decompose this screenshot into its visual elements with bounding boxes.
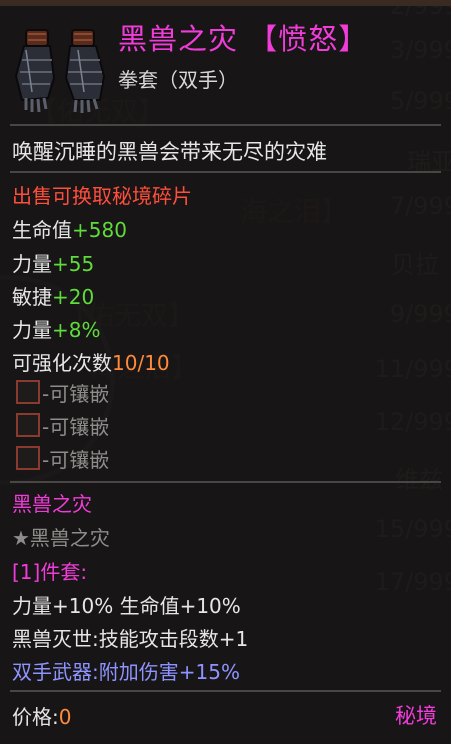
stat-label: 力量 xyxy=(12,318,52,342)
stat-label: 生命值 xyxy=(12,218,72,242)
sell-note: 出售可换取秘境碎片 xyxy=(12,184,192,208)
empty-socket-icon xyxy=(16,380,40,404)
stat-label: 敏捷 xyxy=(12,285,52,309)
socket-label: -可镶嵌 xyxy=(42,414,110,439)
set-bonus: 力量+10% 生命值+10% xyxy=(12,594,241,618)
price-label: 价格: xyxy=(12,705,59,729)
set-member: ★黑兽之灾 xyxy=(12,526,110,550)
stat-line: 力量+55 xyxy=(12,248,94,277)
stat-value: +580 xyxy=(72,218,127,242)
set-pieces: [1]件套: xyxy=(12,560,88,584)
set-name: 黑兽之灾 xyxy=(12,492,92,516)
stat-value: +8% xyxy=(52,318,101,342)
top-strip xyxy=(0,0,451,6)
gem-socket[interactable]: -可镶嵌 xyxy=(16,445,110,472)
black-gauntlets-icon xyxy=(12,20,110,115)
tooltip-panel: 黑兽之灾 【愤怒】 拳套（双手） 唤醒沉睡的黑兽会带来无尽的灾难 出售可换取秘境… xyxy=(0,0,451,744)
empty-socket-icon xyxy=(16,413,40,437)
stat-value: +20 xyxy=(52,285,95,309)
item-name: 黑兽之灾 【愤怒】 xyxy=(118,16,368,58)
enhance-line: 可强化次数10/10 xyxy=(12,347,170,376)
socket-label: -可镶嵌 xyxy=(42,447,110,472)
divider xyxy=(10,171,441,173)
stat-label: 力量 xyxy=(12,252,52,276)
divider xyxy=(10,690,441,692)
socket-label: -可镶嵌 xyxy=(42,381,110,406)
gem-socket[interactable]: -可镶嵌 xyxy=(16,412,110,439)
set-skill-bonus: 黑兽灭世:技能攻击段数+1 xyxy=(12,627,249,651)
stat-line: 力量+8% xyxy=(12,314,101,343)
divider xyxy=(10,124,441,126)
stat-line: 敏捷+20 xyxy=(12,281,94,310)
item-title: 黑兽之灾 xyxy=(118,22,239,56)
price-row: 价格:0 xyxy=(12,701,71,730)
enhance-value: 10/10 xyxy=(112,351,170,375)
stat-value: +55 xyxy=(52,252,95,276)
enhance-label: 可强化次数 xyxy=(12,351,112,375)
gem-socket[interactable]: -可镶嵌 xyxy=(16,379,110,406)
item-type: 拳套（双手） xyxy=(118,68,238,92)
stat-line: 生命值+580 xyxy=(12,214,127,243)
divider xyxy=(10,481,441,483)
set-two-hand-bonus: 双手武器:附加伤害+15% xyxy=(12,660,240,684)
quality-tag: 【愤怒】 xyxy=(248,22,369,56)
item-description: 唤醒沉睡的黑兽会带来无尽的灾难 xyxy=(12,140,327,164)
price-value: 0 xyxy=(58,705,72,729)
empty-socket-icon xyxy=(16,446,40,470)
item-tooltip: 2/999 3/999 【佑无双】 5/999 瑞亚 海之泪】 7/999 贝拉… xyxy=(0,0,451,744)
realm-tag: 秘境 xyxy=(395,704,437,728)
